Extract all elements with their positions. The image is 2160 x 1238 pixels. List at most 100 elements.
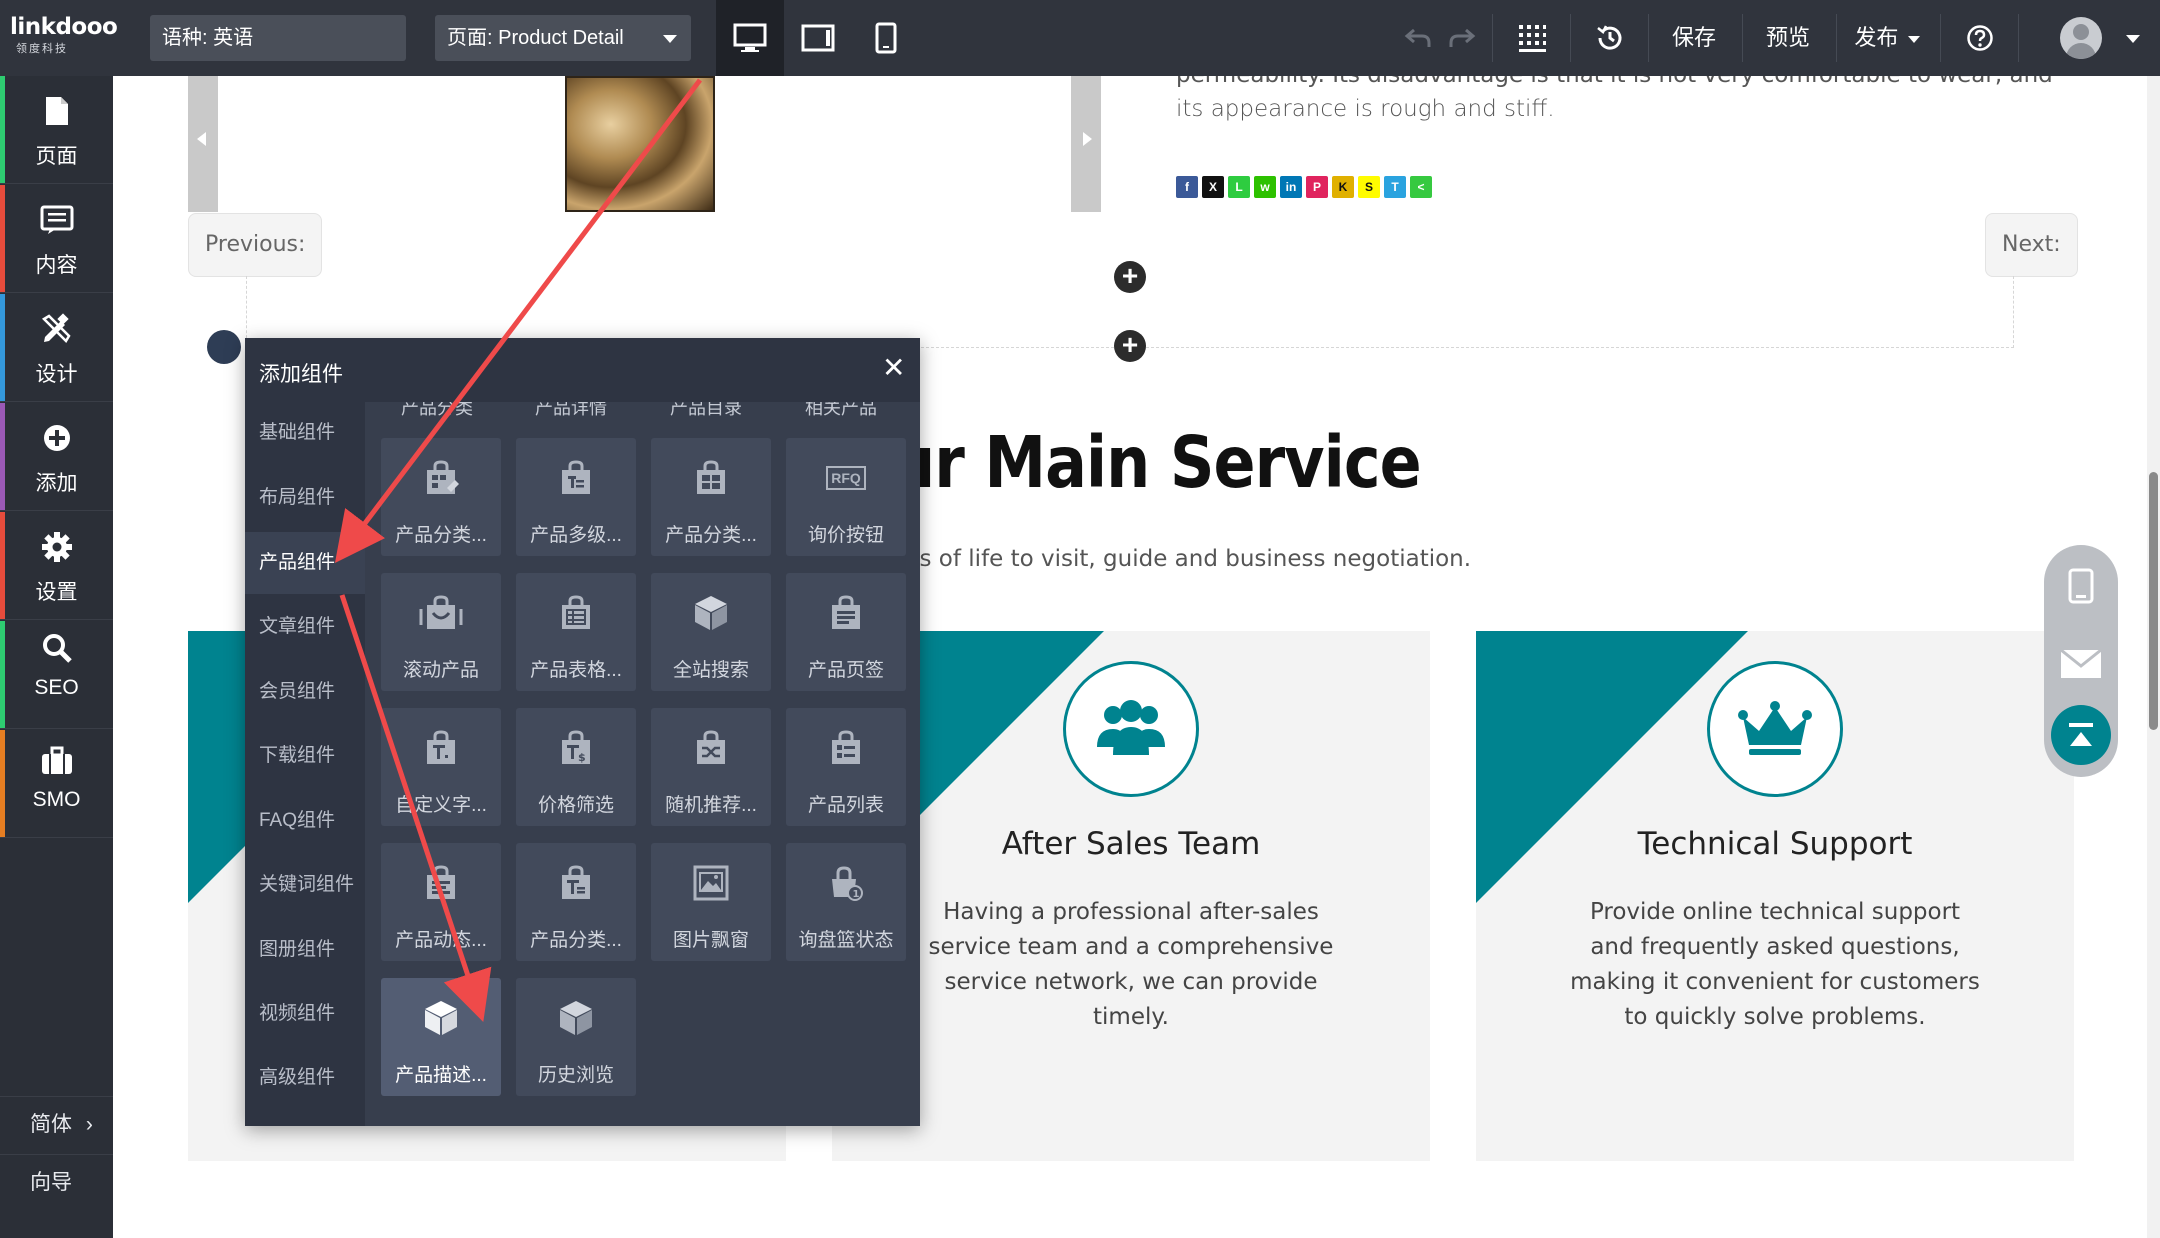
gallery-next-button[interactable]	[1071, 76, 1101, 212]
component-tile[interactable]: 产品分类...	[516, 843, 636, 961]
share-icon[interactable]: <	[1410, 176, 1432, 198]
kakao-icon[interactable]: K	[1332, 176, 1354, 198]
category-keyword[interactable]: 关键词组件	[245, 854, 365, 916]
component-tile[interactable]: 产品分类...	[651, 438, 771, 556]
pinterest-icon[interactable]: P	[1306, 176, 1328, 198]
card-title: Technical Support	[1637, 826, 1913, 862]
language-switch[interactable]: 简体 ›	[0, 1096, 113, 1152]
snapchat-icon[interactable]: S	[1358, 176, 1380, 198]
box-icon	[689, 591, 733, 635]
facebook-icon[interactable]: f	[1176, 176, 1198, 198]
add-section-icon[interactable]: +	[1114, 330, 1146, 362]
rfq-icon: RFQ	[824, 456, 868, 500]
save-button[interactable]: 保存	[1650, 0, 1738, 76]
category-video[interactable]: 视频组件	[245, 983, 365, 1045]
preview-button[interactable]: 预览	[1744, 0, 1832, 76]
sidebar-item-add[interactable]: 添加	[0, 403, 113, 511]
phone-icon[interactable]	[2044, 549, 2118, 623]
tablet-view-button[interactable]	[784, 0, 852, 76]
desktop-view-button[interactable]	[716, 0, 784, 76]
component-tile[interactable]: 随机推荐...	[651, 708, 771, 826]
next-product-button[interactable]: Next:	[1985, 213, 2078, 277]
mobile-icon	[875, 22, 897, 54]
chevron-down-icon[interactable]	[2126, 35, 2140, 43]
custom-field-icon	[419, 726, 463, 770]
redo-icon[interactable]	[1446, 22, 1478, 54]
x-icon[interactable]: X	[1202, 176, 1224, 198]
component-tile[interactable]: 全站搜索	[651, 573, 771, 691]
component-tile[interactable]: RFQ 询价按钮	[786, 438, 906, 556]
component-tile[interactable]: 产品动态...	[381, 843, 501, 961]
product-thumbnail[interactable]	[565, 76, 715, 212]
category-member[interactable]: 会员组件	[245, 661, 365, 723]
category-layout[interactable]: 布局组件	[245, 467, 365, 529]
dynamic-icon	[419, 861, 463, 905]
sidebar-item-content[interactable]: 内容	[0, 185, 113, 293]
component-tile[interactable]: 产品表格...	[516, 573, 636, 691]
category-product[interactable]: 产品组件	[245, 532, 365, 594]
tile-label: 产品目录	[670, 402, 742, 418]
line-icon[interactable]: L	[1228, 176, 1250, 198]
publish-button[interactable]: 发布	[1838, 0, 1936, 76]
card-corner-decoration	[1476, 631, 1748, 903]
image-icon	[689, 861, 733, 905]
avatar[interactable]	[2060, 17, 2102, 59]
tile-label: 产品分类	[401, 402, 473, 418]
category-gallery[interactable]: 图册组件	[245, 919, 365, 981]
undo-icon[interactable]	[1402, 22, 1434, 54]
chevron-right-icon	[1083, 132, 1092, 146]
sidebar-item-seo[interactable]: SEO	[0, 621, 113, 729]
category-advanced[interactable]: 高级组件	[245, 1047, 365, 1109]
mobile-view-button[interactable]	[852, 0, 920, 76]
team-icon	[1063, 661, 1199, 797]
page-scrollbar-thumb[interactable]	[2149, 472, 2158, 730]
category-download[interactable]: 下载组件	[245, 725, 365, 787]
linkedin-icon[interactable]: in	[1280, 176, 1302, 198]
sidebar-item-page[interactable]: 页面	[0, 76, 113, 184]
component-tile[interactable]: 图片飘窗	[651, 843, 771, 961]
share-buttons: f X L w in P K S T <	[1176, 176, 1432, 198]
sidebar-accent-bar	[0, 730, 5, 837]
component-tile[interactable]: 滚动产品	[381, 573, 501, 691]
shuffle-icon	[689, 726, 733, 770]
drag-handle[interactable]	[207, 330, 241, 364]
component-tile[interactable]: 产品多级...	[516, 438, 636, 556]
add-section-icon[interactable]: +	[1114, 261, 1146, 293]
component-tile[interactable]: 历史浏览	[516, 978, 636, 1096]
category-list: 基础组件 布局组件 产品组件 文章组件 会员组件 下载组件 FAQ组件 关键词组…	[245, 402, 365, 1126]
component-tile[interactable]: $ 价格筛选	[516, 708, 636, 826]
history-cube-icon	[554, 996, 598, 1040]
guide-button[interactable]: 向导	[0, 1154, 113, 1210]
table-icon	[554, 591, 598, 635]
category-faq[interactable]: FAQ组件	[245, 790, 365, 852]
language-select[interactable]: 语种: 英语	[150, 15, 406, 61]
back-to-top-icon[interactable]	[2051, 705, 2111, 765]
component-tile[interactable]: 产品页签	[786, 573, 906, 691]
sidebar-accent-bar	[0, 621, 5, 728]
telegram-icon[interactable]: T	[1384, 176, 1406, 198]
component-tile[interactable]: 自定义字...	[381, 708, 501, 826]
help-icon[interactable]	[1964, 22, 1996, 54]
component-tile-product-description[interactable]: 产品描述...	[381, 978, 501, 1096]
grid-icon[interactable]	[1516, 22, 1548, 54]
sidebar-item-settings[interactable]: 设置	[0, 512, 113, 620]
component-tile[interactable]: 1 询盘篮状态	[786, 843, 906, 961]
sidebar-item-design[interactable]: 设计	[0, 294, 113, 402]
component-tile[interactable]: 产品列表	[786, 708, 906, 826]
sidebar-item-smo[interactable]: SMO	[0, 730, 113, 838]
service-card: Technical Support Provide online technic…	[1476, 631, 2074, 1161]
category-article[interactable]: 文章组件	[245, 596, 365, 658]
card-text: Provide online technical support and fre…	[1570, 899, 1980, 1030]
chevron-down-icon	[1907, 35, 1920, 43]
previous-product-button[interactable]: Previous:	[188, 213, 323, 277]
gallery-prev-button[interactable]	[188, 76, 218, 212]
history-icon[interactable]	[1594, 22, 1626, 54]
category-basic[interactable]: 基础组件	[245, 402, 365, 464]
component-tile[interactable]: 产品分类...	[381, 438, 501, 556]
close-icon[interactable]: ✕	[882, 354, 905, 382]
page-select[interactable]: 页面: Product Detail	[435, 15, 691, 61]
email-icon[interactable]	[2044, 627, 2118, 701]
content-icon	[40, 203, 74, 237]
wechat-icon[interactable]: w	[1254, 176, 1276, 198]
card-text: Having a professional after-sales servic…	[928, 899, 1334, 1030]
